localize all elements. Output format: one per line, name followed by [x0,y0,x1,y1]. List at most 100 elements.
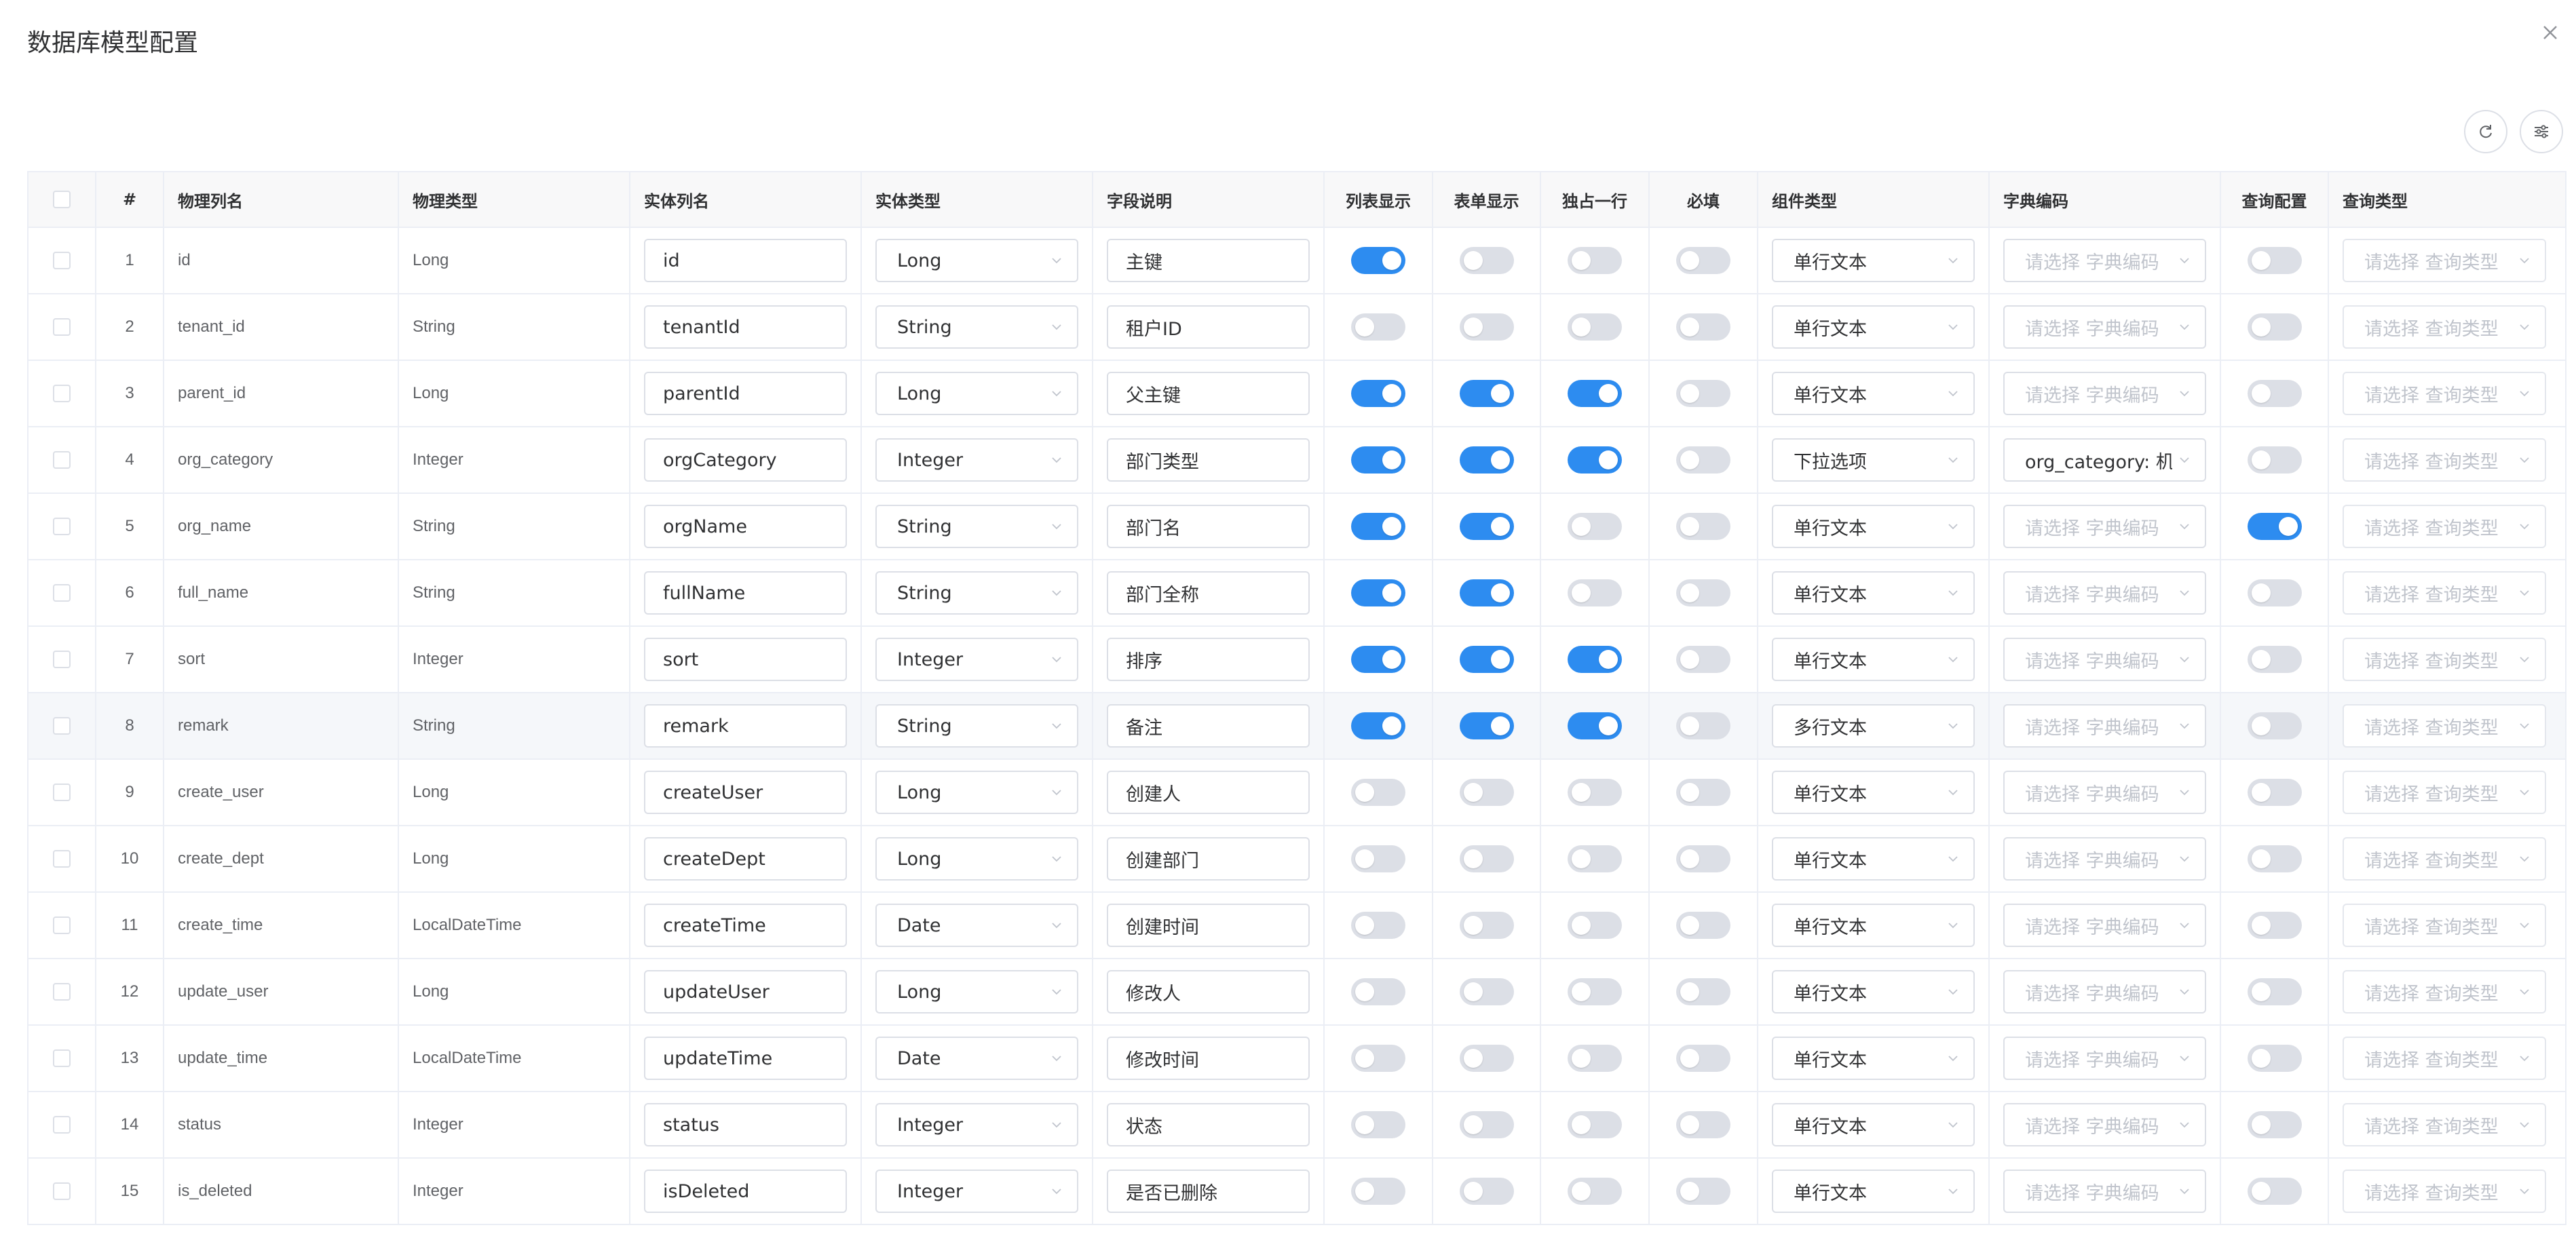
full-row-switch[interactable] [1568,1111,1622,1138]
required-switch[interactable] [1676,779,1730,806]
dict-code-select[interactable]: 请选择 字典编码 [2003,305,2206,349]
query-config-switch[interactable] [2247,1111,2302,1138]
list-show-switch[interactable] [1351,712,1405,739]
query-type-select[interactable]: 请选择 查询类型 [2343,305,2546,349]
form-show-switch[interactable] [1459,646,1514,673]
entity-name-input[interactable]: updateUser [644,970,847,1013]
description-input[interactable]: 备注 [1107,704,1310,748]
row-checkbox[interactable] [53,850,71,868]
full-row-switch[interactable] [1568,912,1622,939]
form-show-switch[interactable] [1459,779,1514,806]
query-config-switch[interactable] [2247,912,2302,939]
entity-name-input[interactable]: tenantId [644,305,847,349]
entity-name-input[interactable]: fullName [644,571,847,615]
entity-name-input[interactable]: orgCategory [644,438,847,482]
dict-code-select[interactable]: 请选择 字典编码 [2003,970,2206,1013]
entity-type-select[interactable]: Long [875,771,1078,814]
query-config-switch[interactable] [2247,247,2302,274]
required-switch[interactable] [1676,712,1730,739]
entity-name-input[interactable]: orgName [644,505,847,548]
query-config-switch[interactable] [2247,978,2302,1005]
entity-type-select[interactable]: Long [875,970,1078,1013]
component-type-select[interactable]: 单行文本 [1772,837,1975,881]
query-type-select[interactable]: 请选择 查询类型 [2343,505,2546,548]
refresh-button[interactable] [2464,110,2507,153]
query-type-select[interactable]: 请选择 查询类型 [2343,771,2546,814]
required-switch[interactable] [1676,313,1730,341]
dict-code-select[interactable]: 请选择 字典编码 [2003,837,2206,881]
row-checkbox[interactable] [53,1182,71,1200]
row-checkbox[interactable] [53,1049,71,1067]
list-show-switch[interactable] [1351,247,1405,274]
list-show-switch[interactable] [1351,513,1405,540]
component-type-select[interactable]: 单行文本 [1772,305,1975,349]
query-type-select[interactable]: 请选择 查询类型 [2343,904,2546,947]
list-show-switch[interactable] [1351,779,1405,806]
entity-name-input[interactable]: sort [644,638,847,681]
description-input[interactable]: 状态 [1107,1103,1310,1146]
required-switch[interactable] [1676,579,1730,606]
required-switch[interactable] [1676,380,1730,407]
required-switch[interactable] [1676,446,1730,474]
row-checkbox[interactable] [53,717,71,735]
entity-type-select[interactable]: String [875,505,1078,548]
list-show-switch[interactable] [1351,912,1405,939]
row-checkbox[interactable] [53,518,71,535]
column-settings-button[interactable] [2520,110,2563,153]
entity-name-input[interactable]: createUser [644,771,847,814]
component-type-select[interactable]: 下拉选项 [1772,438,1975,482]
list-show-switch[interactable] [1351,1111,1405,1138]
row-checkbox[interactable] [53,584,71,602]
component-type-select[interactable]: 单行文本 [1772,771,1975,814]
component-type-select[interactable]: 单行文本 [1772,571,1975,615]
query-config-switch[interactable] [2247,313,2302,341]
component-type-select[interactable]: 多行文本 [1772,704,1975,748]
dict-code-select[interactable]: 请选择 字典编码 [2003,704,2206,748]
full-row-switch[interactable] [1568,513,1622,540]
query-type-select[interactable]: 请选择 查询类型 [2343,970,2546,1013]
form-show-switch[interactable] [1459,712,1514,739]
select-all-checkbox[interactable] [53,191,71,208]
full-row-switch[interactable] [1568,646,1622,673]
form-show-switch[interactable] [1459,380,1514,407]
entity-name-input[interactable]: remark [644,704,847,748]
description-input[interactable]: 创建时间 [1107,904,1310,947]
description-input[interactable]: 修改时间 [1107,1037,1310,1080]
required-switch[interactable] [1676,1111,1730,1138]
entity-name-input[interactable]: createTime [644,904,847,947]
dict-code-select[interactable]: 请选择 字典编码 [2003,1170,2206,1213]
query-config-switch[interactable] [2247,712,2302,739]
query-config-switch[interactable] [2247,1178,2302,1205]
list-show-switch[interactable] [1351,313,1405,341]
dict-code-select[interactable]: 请选择 字典编码 [2003,1037,2206,1080]
description-input[interactable]: 排序 [1107,638,1310,681]
full-row-switch[interactable] [1568,978,1622,1005]
entity-type-select[interactable]: Integer [875,638,1078,681]
query-config-switch[interactable] [2247,380,2302,407]
entity-name-input[interactable]: updateTime [644,1037,847,1080]
form-show-switch[interactable] [1459,912,1514,939]
row-checkbox[interactable] [53,983,71,1001]
description-input[interactable]: 部门全称 [1107,571,1310,615]
entity-type-select[interactable]: String [875,305,1078,349]
query-config-switch[interactable] [2247,579,2302,606]
full-row-switch[interactable] [1568,247,1622,274]
full-row-switch[interactable] [1568,380,1622,407]
entity-type-select[interactable]: String [875,704,1078,748]
row-checkbox[interactable] [53,1116,71,1134]
required-switch[interactable] [1676,978,1730,1005]
query-config-switch[interactable] [2247,446,2302,474]
entity-type-select[interactable]: Date [875,904,1078,947]
full-row-switch[interactable] [1568,712,1622,739]
query-type-select[interactable]: 请选择 查询类型 [2343,372,2546,415]
entity-name-input[interactable]: parentId [644,372,847,415]
query-config-switch[interactable] [2247,646,2302,673]
required-switch[interactable] [1676,912,1730,939]
list-show-switch[interactable] [1351,845,1405,872]
dict-code-select[interactable]: 请选择 字典编码 [2003,239,2206,282]
row-checkbox[interactable] [53,385,71,402]
entity-name-input[interactable]: createDept [644,837,847,881]
query-type-select[interactable]: 请选择 查询类型 [2343,1037,2546,1080]
close-icon[interactable] [2541,23,2560,42]
query-config-switch[interactable] [2247,845,2302,872]
